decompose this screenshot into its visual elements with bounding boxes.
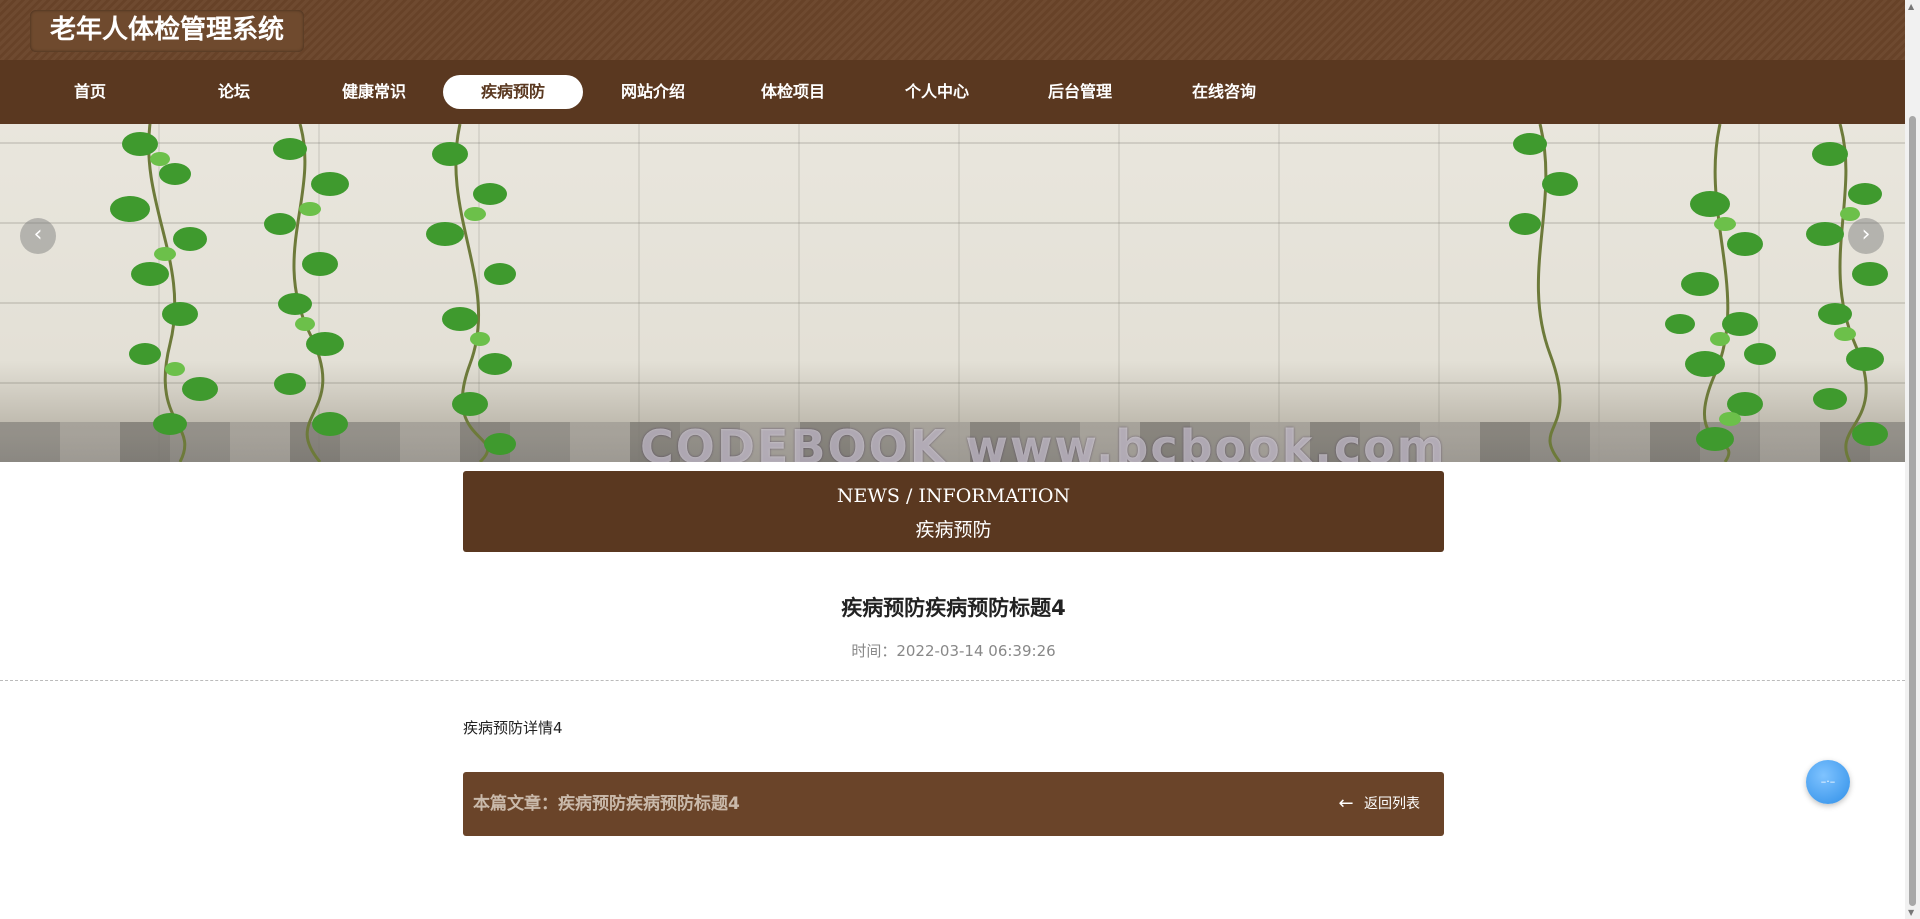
nav-item-forum[interactable]: 论坛 [164, 75, 304, 109]
top-header: 老年人体检管理系统 [0, 0, 1905, 60]
vine-left-image [110, 124, 516, 462]
nav-item-personal-center[interactable]: 个人中心 [867, 75, 1007, 109]
article-meta: 时间：2022-03-14 06:39:26 [851, 642, 1056, 660]
article-body: 疾病预防详情4 [463, 719, 563, 737]
chat-icon: –·– [1820, 775, 1836, 788]
floating-chat-button[interactable]: –·– [1806, 760, 1850, 804]
nav-item-admin[interactable]: 后台管理 [1010, 75, 1150, 109]
article-footer-bar: 本篇文章：疾病预防疾病预防标题4 ← 返回列表 [463, 772, 1444, 836]
current-article-label: 本篇文章：疾病预防疾病预防标题4 [473, 794, 740, 814]
back-to-list-button[interactable]: ← 返回列表 [1338, 772, 1420, 836]
chevron-left-icon: ‹ [33, 222, 43, 247]
article-title: 疾病预防疾病预防标题4 [841, 596, 1066, 620]
divider [0, 680, 1905, 681]
nav-item-health-knowledge[interactable]: 健康常识 [304, 75, 444, 109]
nav-item-disease-prevention[interactable]: 疾病预防 [443, 75, 583, 109]
scroll-down-icon[interactable]: ▼ [1908, 908, 1914, 917]
page-scrollbar[interactable]: ▲ ▼ [1905, 0, 1920, 919]
nav-item-site-intro[interactable]: 网站介绍 [583, 75, 723, 109]
banner-carousel: ‹ › CODEBOOK www.bcbook.com [0, 124, 1905, 462]
section-en-title: NEWS / INFORMATION [836, 485, 1071, 507]
nav-item-checkup-items[interactable]: 体检项目 [723, 75, 863, 109]
banner-next-button[interactable]: › [1848, 218, 1884, 254]
banner-prev-button[interactable]: ‹ [20, 218, 56, 254]
scrollbar-thumb[interactable] [1909, 116, 1916, 906]
chevron-right-icon: › [1861, 222, 1871, 247]
back-to-list-label: 返回列表 [1364, 796, 1420, 812]
scroll-up-icon[interactable]: ▲ [1908, 2, 1914, 11]
nav-item-home[interactable]: 首页 [20, 75, 160, 109]
site-title[interactable]: 老年人体检管理系统 [30, 10, 305, 52]
vine-right-image [1509, 124, 1888, 462]
arrow-left-icon: ← [1338, 793, 1354, 814]
section-cn-title: 疾病预防 [915, 519, 992, 541]
banner-watermark: CODEBOOK www.bcbook.com [640, 420, 1447, 462]
main-nav: 首页 论坛 健康常识 疾病预防 网站介绍 体检项目 个人中心 后台管理 在线咨询 [0, 60, 1905, 124]
nav-item-online-consult[interactable]: 在线咨询 [1154, 75, 1294, 109]
section-header: NEWS / INFORMATION 疾病预防 [463, 471, 1444, 552]
page: 老年人体检管理系统 首页 论坛 健康常识 疾病预防 网站介绍 体检项目 个人中心… [0, 0, 1920, 919]
